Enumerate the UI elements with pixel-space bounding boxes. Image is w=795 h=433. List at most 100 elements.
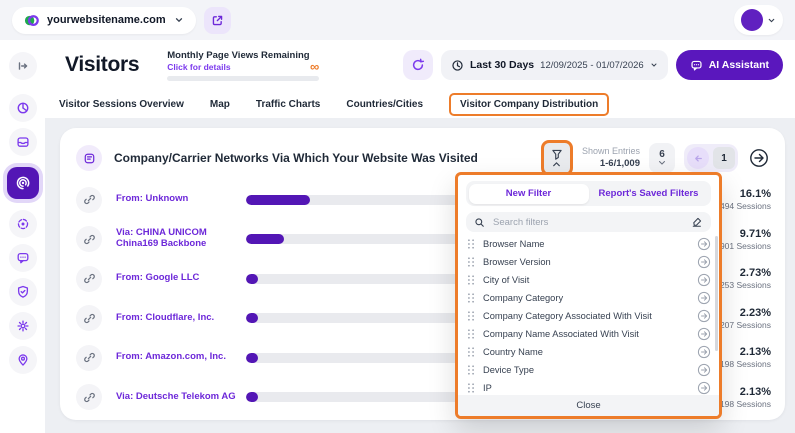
avatar <box>741 9 763 31</box>
bar-label[interactable]: Via: Deutsche Telekom AG <box>116 392 246 403</box>
filter-panel-tab[interactable]: New Filter <box>469 184 589 204</box>
apply-filter-arrow-icon[interactable] <box>697 327 711 341</box>
chevron-down-icon <box>658 160 666 166</box>
refresh-button[interactable] <box>403 50 433 80</box>
filter-option-label: Browser Version <box>483 257 690 267</box>
bar-label[interactable]: Via: CHINA UNICOM China169 Backbone <box>116 228 246 250</box>
apply-filter-arrow-icon[interactable] <box>697 345 711 359</box>
chevron-up-icon <box>552 161 561 167</box>
sidebar-item-feedback[interactable] <box>9 244 37 272</box>
link-icon <box>76 384 102 410</box>
sidebar-item-inbox[interactable] <box>9 128 37 156</box>
bar-fill <box>246 313 258 323</box>
tab[interactable]: Map <box>210 99 230 110</box>
drag-handle-icon[interactable] <box>466 256 476 268</box>
filter-option-label: Company Category Associated With Visit <box>483 311 690 321</box>
collapse-sidebar-icon[interactable] <box>9 52 37 80</box>
link-icon <box>76 345 102 371</box>
link-icon <box>76 266 102 292</box>
drag-handle-icon[interactable] <box>466 274 476 286</box>
filter-option-row[interactable]: Company Category <box>466 289 711 307</box>
pagination: 1 <box>684 144 738 172</box>
inbox-icon <box>16 135 30 149</box>
drag-handle-icon[interactable] <box>466 292 476 304</box>
sidebar-item-privacy[interactable] <box>9 278 37 306</box>
sidebar-item-settings[interactable] <box>9 312 37 340</box>
date-range-picker[interactable]: Last 30 Days 12/09/2025 - 01/07/2026 <box>441 50 668 80</box>
filter-option-label: IP <box>483 383 690 393</box>
filter-option-row[interactable]: Country Name <box>466 343 711 361</box>
bar-label[interactable]: From: Unknown <box>116 194 246 205</box>
drag-handle-icon[interactable] <box>466 328 476 340</box>
filter-search-input[interactable] <box>491 216 685 229</box>
gear-icon <box>16 319 30 333</box>
open-site-button[interactable] <box>204 7 231 34</box>
clear-search-icon[interactable] <box>691 216 703 228</box>
tab[interactable]: Visitor Sessions Overview <box>59 99 184 110</box>
tab[interactable]: Visitor Company Distribution <box>449 93 609 116</box>
filter-option-row[interactable]: City of Visit <box>466 271 711 289</box>
filter-panel-tab[interactable]: Report's Saved Filters <box>589 184 709 204</box>
filter-button[interactable] <box>541 140 573 176</box>
apply-filter-arrow-icon[interactable] <box>697 255 711 269</box>
apply-filter-arrow-icon[interactable] <box>697 381 711 395</box>
drag-handle-icon[interactable] <box>466 310 476 322</box>
period-label: Last 30 Days <box>470 59 534 71</box>
filter-search <box>466 212 711 232</box>
apply-filter-arrow-icon[interactable] <box>697 363 711 377</box>
filter-option-row[interactable]: IP <box>466 379 711 395</box>
drag-handle-icon[interactable] <box>466 364 476 376</box>
link-icon <box>76 305 102 331</box>
arrow-right-circle-icon <box>749 148 769 168</box>
previous-page-button[interactable] <box>687 147 709 169</box>
report-icon <box>76 145 102 171</box>
sidebar-item-dashboard[interactable] <box>9 94 37 122</box>
apply-filter-arrow-icon[interactable] <box>697 273 711 287</box>
bar-label[interactable]: From: Google LLC <box>116 273 246 284</box>
chat-bubble-icon <box>690 59 703 72</box>
date-range-value: 12/09/2025 - 01/07/2026 <box>540 60 644 71</box>
tab[interactable]: Traffic Charts <box>256 99 320 110</box>
current-page[interactable]: 1 <box>713 147 735 169</box>
drag-handle-icon[interactable] <box>466 346 476 358</box>
apply-filter-arrow-icon[interactable] <box>697 309 711 323</box>
filter-option-row[interactable]: Device Type <box>466 361 711 379</box>
sidebar-item-visitors[interactable] <box>7 167 39 199</box>
filter-option-row[interactable]: Browser Version <box>466 253 711 271</box>
ai-assistant-button[interactable]: AI Assistant <box>676 50 783 80</box>
page-size-select[interactable]: 6 <box>649 143 675 173</box>
site-selector[interactable]: yourwebsitename.com <box>12 7 196 34</box>
filter-option-label: Country Name <box>483 347 690 357</box>
shown-entries: Shown Entries 1-6/1,009 <box>582 146 640 170</box>
filter-option-label: Company Category <box>483 293 690 303</box>
scrollbar-thumb[interactable] <box>715 236 718 351</box>
drag-handle-icon[interactable] <box>466 382 476 394</box>
pie-chart-icon <box>16 101 30 115</box>
filter-panel: New FilterReport's Saved Filters Browser… <box>455 172 722 419</box>
funnel-icon <box>551 149 563 160</box>
apply-filter-arrow-icon[interactable] <box>697 291 711 305</box>
filter-option-row[interactable]: Company Category Associated With Visit <box>466 307 711 325</box>
sidebar-item-goals[interactable] <box>9 210 37 238</box>
bar-label[interactable]: From: Amazon.com, Inc. <box>116 352 246 363</box>
refresh-icon <box>411 58 425 72</box>
target-icon <box>16 217 30 231</box>
drag-handle-icon[interactable] <box>466 238 476 250</box>
next-page-button[interactable] <box>747 146 771 170</box>
bar-label[interactable]: From: Cloudflare, Inc. <box>116 313 246 324</box>
bar-fill <box>246 195 310 205</box>
site-logo-icon <box>24 13 39 28</box>
arrow-left-icon <box>693 153 704 164</box>
filter-option-row[interactable]: Company Name Associated With Visit <box>466 325 711 343</box>
chevron-down-icon <box>767 16 776 25</box>
quota-details-link[interactable]: Click for details <box>167 62 230 72</box>
link-icon <box>76 226 102 252</box>
apply-filter-arrow-icon[interactable] <box>697 237 711 251</box>
user-menu[interactable] <box>734 5 783 35</box>
tab[interactable]: Countries/Cities <box>346 99 423 110</box>
filter-option-row[interactable]: Browser Name <box>466 235 711 253</box>
bar-fill <box>246 392 258 402</box>
close-filter-button[interactable]: Close <box>458 395 719 416</box>
chevron-down-icon <box>174 15 184 25</box>
sidebar-item-locations[interactable] <box>9 346 37 374</box>
